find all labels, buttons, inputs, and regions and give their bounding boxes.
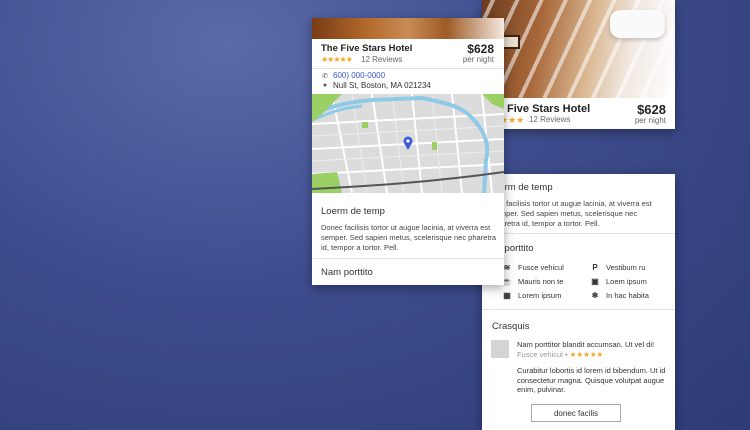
hotel-photo	[312, 18, 504, 39]
hotel-title[interactable]: The Five Stars Hotel	[321, 43, 412, 54]
map[interactable]	[312, 94, 504, 193]
parking-icon: P	[592, 263, 598, 272]
amenity-label: In hac habita	[606, 291, 649, 300]
amenity-label: Loem ipsum	[606, 277, 647, 286]
pillow-shape	[610, 10, 665, 38]
section-title: Loerm de temp	[321, 206, 385, 217]
hotel-card-back-top[interactable]: Five Stars Hotel ★★★ 12 Reviews $628 per…	[482, 0, 675, 129]
divider	[482, 233, 675, 234]
amenity-label: Lorem ipsum	[518, 291, 562, 300]
address: ● Null St, Boston, MA 021234	[321, 81, 431, 90]
phone-number[interactable]: 600) 000-0000	[333, 71, 385, 80]
amenities-title: Nam porttito	[321, 267, 373, 278]
map-park	[362, 122, 368, 128]
section-text: nec facilisis tortor ut augue lacinia, a…	[492, 199, 652, 228]
divider	[312, 68, 504, 69]
hotel-card-front[interactable]: The Five Stars Hotel ★★★★★ 12 Reviews $6…	[312, 18, 504, 285]
location-pin-icon: ●	[322, 82, 328, 89]
hotel-details-card: oerm de temp nec facilisis tortor ut aug…	[482, 174, 675, 430]
price: $628	[637, 102, 666, 117]
amenity-item: ≋ Fusce vehicul	[502, 263, 564, 272]
amenity-label: Vestibum ru	[606, 263, 646, 272]
reviews-title: Crasquis	[492, 321, 530, 332]
amenity-item: P Vestibum ru	[590, 263, 646, 272]
amenity-item: ▦ Lorem ipsum	[502, 291, 561, 300]
amenity-item: ▣ Loem ipsum	[590, 277, 647, 286]
review-author: Fusce vehicul	[517, 350, 563, 359]
hotel-photo	[482, 0, 675, 98]
price: $628	[467, 42, 494, 56]
hotel-title[interactable]: Five Stars Hotel	[507, 103, 590, 115]
snowflake-icon: ❄	[591, 291, 599, 300]
price-unit: per night	[462, 55, 494, 64]
section-text: Donec facilisis tortor ut augue lacinia,…	[321, 223, 497, 252]
price-unit: per night	[634, 116, 666, 125]
map-park	[432, 142, 437, 150]
safe-icon: ▦	[503, 291, 511, 300]
review-stars: ★★★★★	[569, 350, 604, 359]
review-body: Curabitur lobortis id lorem id bibendum.…	[517, 366, 666, 394]
amenity-item: ☕ Mauris non te	[502, 277, 563, 286]
reviews-count[interactable]: 12 Reviews	[361, 55, 402, 64]
address-text: Null St, Boston, MA 021234	[333, 81, 431, 90]
divider	[312, 258, 504, 259]
avatar	[491, 340, 509, 358]
rating-stars: ★★★★★	[321, 55, 353, 64]
briefcase-icon: ▣	[591, 277, 599, 286]
review-headline: Nam porttitor blandit accumsan. Ut vel d…	[517, 340, 655, 349]
divider	[482, 309, 675, 310]
reviews-count[interactable]: 12 Reviews	[529, 115, 570, 124]
phone-link[interactable]: ✆ 600) 000-0000	[321, 71, 385, 80]
amenity-item: ❄ In hac habita	[590, 291, 649, 300]
phone-icon: ✆	[322, 72, 328, 80]
map-park	[312, 172, 342, 193]
amenity-label: Fusce vehicul	[518, 263, 564, 272]
review-meta: Fusce vehicul • ★★★★★	[517, 350, 604, 359]
more-reviews-button[interactable]: donec facilis	[531, 404, 621, 422]
amenity-label: Mauris non te	[518, 277, 564, 286]
